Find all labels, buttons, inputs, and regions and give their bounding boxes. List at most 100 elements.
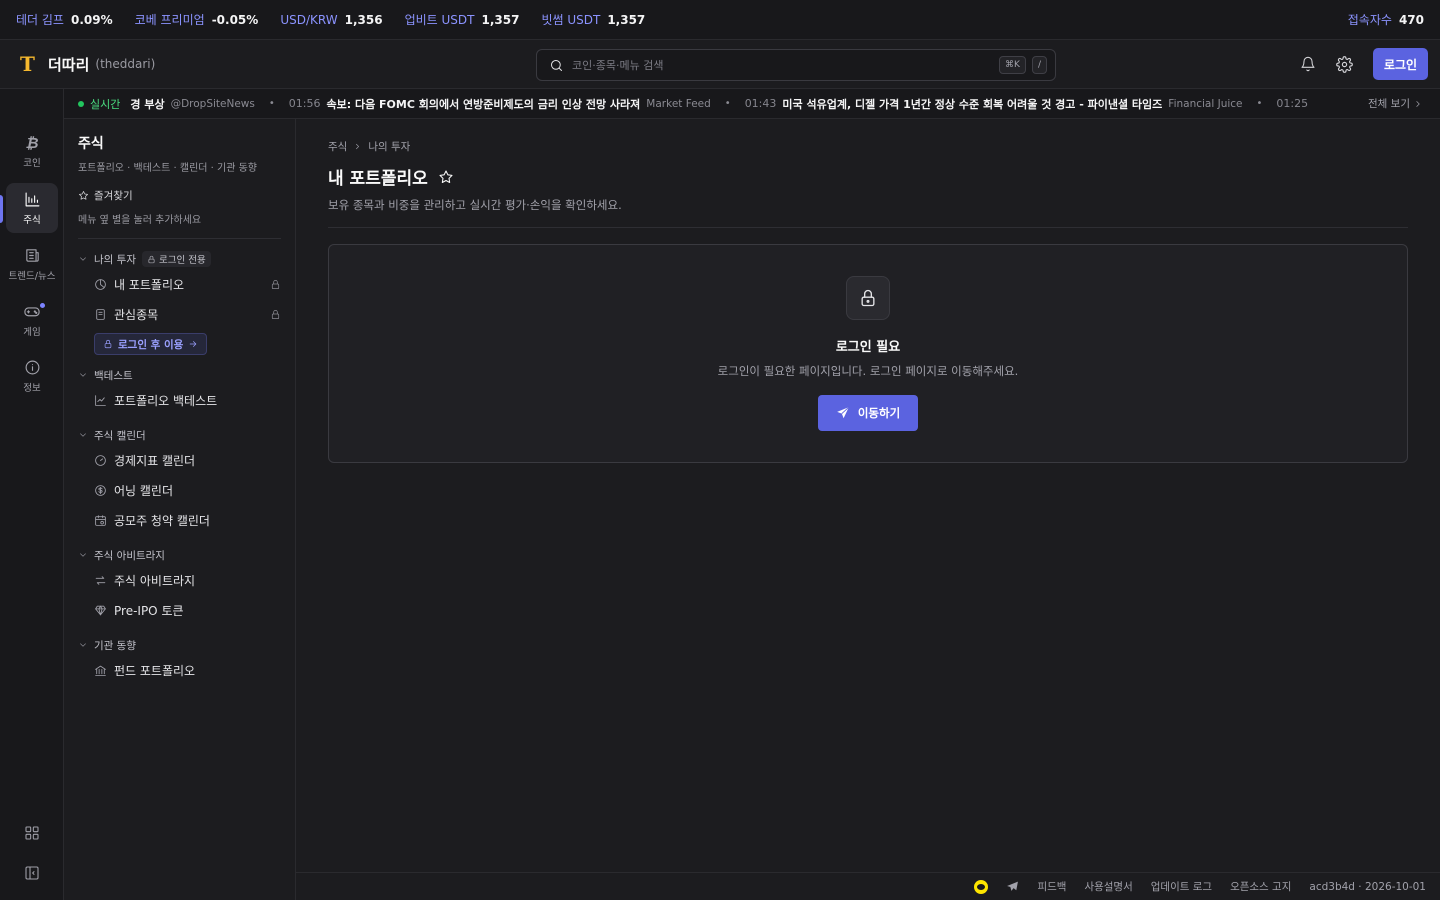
page-description: 보유 종목과 비중을 관리하고 실시간 평가·손익을 확인하세요.	[328, 198, 622, 212]
nav-item-my-portfolio[interactable]: 내 포트폴리오	[78, 269, 281, 299]
news-separator: •	[1256, 98, 1263, 109]
chevron-down-icon	[80, 373, 86, 377]
rail-item-trend-news[interactable]: 트렌드/뉴스	[6, 239, 58, 289]
telegram-icon[interactable]	[1006, 880, 1019, 893]
grid-icon	[24, 825, 40, 841]
swap-arrows-icon	[95, 575, 106, 585]
shortcut-cmd-k: ⌘K	[999, 56, 1026, 74]
brand-subtitle: (theddari)	[95, 57, 156, 71]
ticker-item-upbit-usdt: 업비트 USDT 1,357	[404, 13, 520, 27]
news-item[interactable]: 01:25	[1276, 97, 1308, 110]
breadcrumb-stock[interactable]: 주식	[328, 139, 347, 154]
group-stock-arbitrage[interactable]: 주식 아비트라지	[78, 545, 281, 565]
kakao-talk-icon[interactable]	[974, 879, 989, 894]
go-to-login-button[interactable]: 이동하기	[818, 395, 918, 431]
login-only-badge: 로그인 전용	[141, 251, 211, 267]
favorites-header: 즐겨찾기	[78, 188, 281, 203]
newspaper-icon	[24, 247, 41, 264]
news-ticker: 실시간 경 부상 @DropSiteNews • 01:56 속보: 다음 FO…	[64, 89, 1440, 119]
main-content: 주식 나의 투자 내 포트폴리오 보유 종목과 비중을 관리하고 실시간 평가·…	[296, 119, 1440, 871]
lock-icon	[104, 339, 112, 349]
logo[interactable]: T	[20, 52, 38, 76]
news-item[interactable]: 경 부상 @DropSiteNews	[130, 96, 255, 112]
nav-item-portfolio-backtest[interactable]: 포트폴리오 백테스트	[78, 385, 281, 415]
chevron-down-icon	[80, 553, 86, 557]
search-placeholder: 코인·종목·메뉴 검색	[572, 59, 664, 72]
gear-icon[interactable]	[1333, 53, 1355, 75]
sidebar-collapse-icon	[24, 865, 40, 881]
collapse-sidebar-button[interactable]	[6, 848, 58, 898]
info-icon	[24, 359, 41, 376]
pie-chart-icon	[95, 278, 106, 290]
section-sidebar: 주식 포트폴리오 · 백테스트 · 캘린더 · 기관 동향 즐겨찾기 메뉴 옆 …	[64, 119, 296, 900]
ticker-item-bithumb-usdt: 빗썸 USDT 1,357	[541, 13, 646, 27]
chevron-down-icon	[80, 257, 86, 261]
divider	[328, 227, 1408, 228]
news-item[interactable]: 01:56 속보: 다음 FOMC 회의에서 연방준비제도의 금리 인상 전망 …	[289, 96, 711, 112]
bookmark-list-icon	[96, 308, 105, 320]
lock-icon	[148, 255, 155, 263]
page-title-row: 내 포트폴리오	[328, 164, 1408, 189]
lock-icon	[271, 309, 280, 319]
group-backtest[interactable]: 백테스트	[78, 365, 281, 385]
favorites-hint: 메뉴 옆 별을 눌러 추가하세요	[78, 215, 202, 226]
chevron-right-icon	[1416, 100, 1420, 107]
ticker-item-usd-krw: USD/KRW 1,356	[280, 12, 383, 27]
nav-item-fund-portfolio[interactable]: 펀드 포트폴리오	[78, 655, 281, 685]
news-see-all-link[interactable]: 전체 보기	[1358, 89, 1440, 118]
rail-item-game[interactable]: 게임	[6, 295, 58, 345]
send-icon	[836, 406, 849, 419]
arrow-right-icon	[190, 341, 197, 347]
divider	[78, 238, 281, 239]
notification-dot	[39, 302, 46, 309]
login-to-use-button[interactable]: 로그인 후 이용	[94, 333, 208, 355]
nav-item-economic-calendar[interactable]: 경제지표 캘린더	[78, 445, 281, 475]
news-separator: •	[724, 98, 731, 109]
group-my-investment[interactable]: 나의 투자 로그인 전용	[78, 249, 281, 269]
card-title: 로그인 필요	[835, 340, 901, 355]
group-institution-trends[interactable]: 기관 동향	[78, 635, 281, 655]
ticker-item-tether-premium: 테더 김프 0.09%	[16, 13, 113, 27]
shortcut-slash: /	[1031, 56, 1047, 74]
app-footer: 피드백 사용설명서 업데이트 로그 오픈소스 고지 acd3b4d · 2026…	[296, 872, 1440, 900]
active-indicator	[0, 195, 3, 223]
footer-link-manual[interactable]: 사용설명서	[1084, 879, 1132, 894]
brand-name[interactable]: 더따리	[48, 54, 89, 75]
chevron-down-icon	[80, 643, 86, 647]
rail-item-stock[interactable]: 주식	[6, 183, 58, 233]
bell-icon[interactable]	[1297, 53, 1319, 75]
breadcrumb-my-investment[interactable]: 나의 투자	[368, 139, 410, 154]
login-required-card: 로그인 필요 로그인이 필요한 페이지입니다. 로그인 페이지로 이동해주세요.…	[328, 244, 1408, 463]
diamond-icon	[95, 605, 106, 615]
group-stock-calendar[interactable]: 주식 캘린더	[78, 425, 281, 445]
nav-item-pre-ipo-token[interactable]: Pre-IPO 토큰	[78, 595, 281, 625]
lock-icon	[846, 276, 890, 320]
card-description: 로그인이 필요한 페이지입니다. 로그인 페이지로 이동해주세요.	[717, 364, 1019, 378]
global-search[interactable]: 코인·종목·메뉴 검색 ⌘K /	[536, 49, 1056, 81]
nav-item-ipo-calendar[interactable]: 공모주 청약 캘린더	[78, 505, 281, 535]
live-dot-icon	[78, 100, 84, 107]
login-button[interactable]: 로그인	[1373, 48, 1428, 80]
favorite-star-icon[interactable]	[438, 169, 454, 185]
rail-item-coin[interactable]: ₿ 코인	[6, 127, 58, 177]
build-version: acd3b4d · 2026-10-01	[1309, 880, 1426, 893]
primary-nav-rail: ₿ 코인 주식 트렌드/뉴스 게임 정보	[0, 89, 64, 900]
footer-link-oss-notice[interactable]: 오픈소스 고지	[1230, 879, 1291, 894]
section-description: 포트폴리오 · 백테스트 · 캘린더 · 기관 동향	[78, 163, 257, 174]
ticker-item-coinbase-premium: 코베 프리미엄 -0.05%	[134, 13, 259, 27]
footer-link-changelog[interactable]: 업데이트 로그	[1151, 879, 1212, 894]
bitcoin-icon: ₿	[25, 133, 39, 152]
calendar-clock-icon	[95, 514, 106, 526]
rail-item-info[interactable]: 정보	[6, 351, 58, 401]
nav-item-stock-arbitrage[interactable]: 주식 아비트라지	[78, 565, 281, 595]
nav-item-watchlist[interactable]: 관심종목	[78, 299, 281, 329]
footer-link-feedback[interactable]: 피드백	[1037, 879, 1066, 894]
news-separator: •	[268, 98, 275, 109]
star-icon	[79, 191, 88, 200]
gauge-icon	[95, 454, 106, 466]
dollar-circle-icon	[95, 484, 106, 496]
news-item[interactable]: 01:43 미국 석유업계, 디젤 가격 1년간 정상 수준 회복 어려울 것 …	[745, 96, 1243, 112]
line-chart-icon	[95, 394, 106, 406]
page-title: 내 포트폴리오	[328, 169, 428, 189]
nav-item-earnings-calendar[interactable]: 어닝 캘린더	[78, 475, 281, 505]
